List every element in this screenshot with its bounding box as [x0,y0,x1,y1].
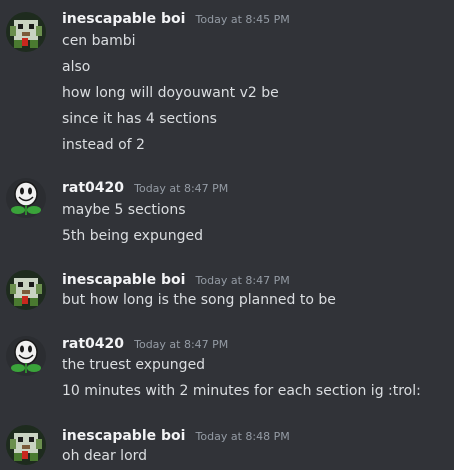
message-header: rat0420 Today at 8:47 PM [62,333,228,353]
message-text: maybe 5 sections [62,202,186,218]
timestamp[interactable]: Today at 8:47 PM [196,274,290,287]
message-text: the truest expunged [62,357,206,373]
message-text: cen bambi [62,33,136,49]
pixel-creature-avatar-icon[interactable] [6,270,46,310]
message-text: oh dear lord [62,448,148,464]
username[interactable]: rat0420 [62,180,124,196]
timestamp[interactable]: Today at 8:47 PM [134,338,228,351]
message-header: inescapable boi Today at 8:48 PM [62,425,290,445]
message-header: inescapable boi Today at 8:45 PM [62,8,290,28]
message-text: 5th being expunged [62,228,203,244]
username[interactable]: inescapable boi [62,11,185,27]
username[interactable]: inescapable boi [62,272,185,288]
timestamp[interactable]: Today at 8:48 PM [196,430,290,443]
smiley-flower-avatar-icon[interactable] [6,178,46,218]
message-header: rat0420 Today at 8:47 PM [62,177,228,197]
smiley-flower-avatar-icon[interactable] [6,336,46,376]
timestamp[interactable]: Today at 8:47 PM [134,182,228,195]
message-text: instead of 2 [62,137,145,153]
message-text: but how long is the song planned to be [62,292,336,308]
message-text: how long will doyouwant v2 be [62,85,279,101]
pixel-creature-avatar-icon[interactable] [6,12,46,52]
message-header: inescapable boi Today at 8:47 PM [62,269,290,289]
message-text: since it has 4 sections [62,111,217,127]
message-text: also [62,59,91,75]
timestamp[interactable]: Today at 8:45 PM [196,13,290,26]
pixel-creature-avatar-icon[interactable] [6,425,46,465]
message-text: 10 minutes with 2 minutes for each secti… [62,383,421,399]
username[interactable]: rat0420 [62,336,124,352]
username[interactable]: inescapable boi [62,428,185,444]
